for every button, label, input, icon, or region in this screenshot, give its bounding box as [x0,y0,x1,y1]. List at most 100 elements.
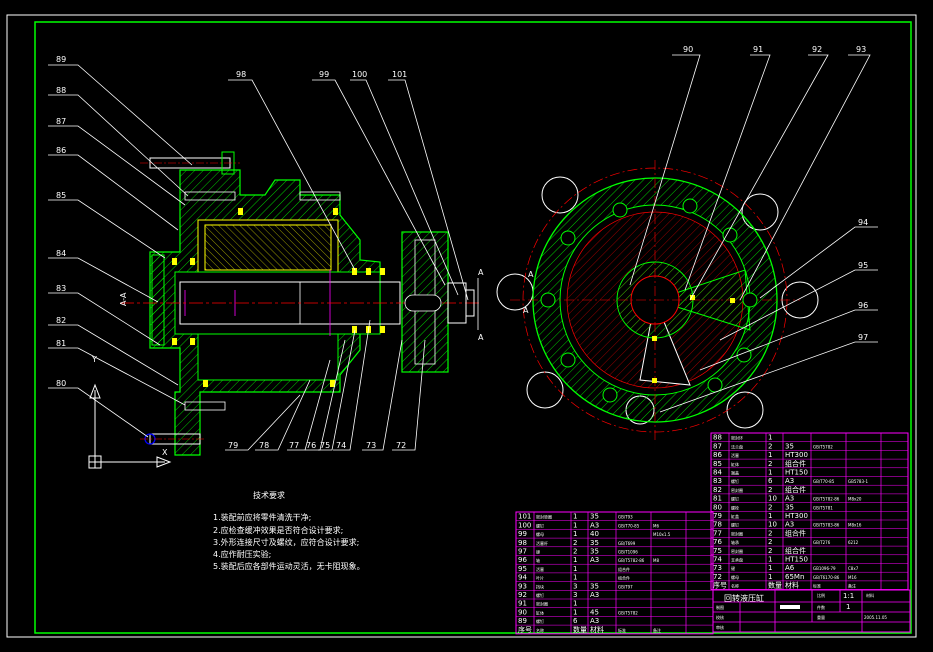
bom-left-cell: GB/T70-85 [618,523,640,528]
bom-right-cell: 82 [713,486,722,494]
approve-label: 审核 [716,624,724,630]
balloon-85: 85 [56,191,66,200]
bom-right-cell: 组合件 [785,485,806,494]
bom-left-cell: GB/T699 [618,541,636,546]
bom-left-cell: A3 [590,591,599,599]
bom-right-cell: GB/T5782-86 [813,497,840,502]
section-mark-left: A-A [119,292,128,306]
bom-left-cell: 101 [518,513,531,521]
ucs-axis-icon [88,383,172,469]
count-label: 件数 [817,604,825,610]
bom-left-cell: 缸体 [536,609,544,615]
bom-left-cell: 93 [518,582,527,590]
bom-left-cell: 1 [573,513,577,521]
bom-left-cell: 99 [518,530,527,538]
bom-right-cell: 35 [785,442,794,450]
bom-left-cell: 螺钉 [536,592,544,598]
bom-left-cell: 98 [518,539,527,547]
bom-right-cell: A3 [785,495,794,503]
balloon-96: 96 [858,301,868,310]
bom-right-cell: M8x20 [848,497,862,502]
bom-table-left: 101 密封垫圈 1 35 GB/T93 100 螺钉 1 A3 GB/T70-85 M6 99 螺母 1… [515,511,714,635]
bom-right-cell: 缸盖 [731,513,739,519]
bom-right-cell: HT300 [785,451,808,459]
lower-bore [197,333,339,381]
bom-left-cell: GB/T97 [618,584,633,589]
bom-left-cell: 1 [573,530,577,538]
balloon-86: 86 [56,146,66,155]
count-value: 1 [846,603,850,611]
bom-right-cell: GB1096-79 [813,566,836,571]
bom-right-cell: 1 [768,556,772,564]
drawing-border [6,14,917,638]
balloon-97: 97 [858,333,868,342]
bom-left-cell: 活塞杆 [536,540,548,546]
bom-right-cell: 密封圈 [731,530,743,536]
bom-right-cell: M16 [848,575,857,580]
weight-label: 重量 [817,614,825,620]
bom-left-cell: 94 [518,574,527,582]
bom-right-cell: 密封圈 [731,487,743,493]
balloon-99: 99 [319,70,329,79]
bom-right-cell: 10 [768,495,777,503]
balloon-84: 84 [56,249,66,258]
bom-left-cell: 螺母 [536,531,544,537]
bom-right-cell: 6212 [848,540,859,545]
bom-left-cell: 35 [590,539,599,547]
bom-right-cell: HT300 [785,512,808,520]
balloon-88: 88 [56,86,66,95]
cad-drawing-canvas[interactable]: A A A-A 89 88 87 86 85 84 83 82 81 80 98 [0,0,933,652]
balloon-75: 75 [320,441,330,450]
bom-left-cell: 35 [590,513,599,521]
balloon-74: 74 [336,441,346,450]
title-block: 回转液压缸 比例 1:1 材料 件数 1 重量 2005.11.05 制图 校核… [712,589,911,633]
balloon-91: 91 [753,45,763,54]
bom-left-cell: 92 [518,591,527,599]
bom-left-cell: 组合件 [618,575,630,581]
bom-right-cell: GB/T5782 [813,444,833,449]
bom-right-cell: 端盖 [731,470,739,476]
bom-left-cell: 6 [573,617,578,625]
bom-right-cell: 组合件 [785,546,806,555]
bom-right-cell: 2 [768,460,772,468]
bom-right-cell: 83 [713,477,722,485]
technical-requirements: 技术要求 1.装配前应将零件清洗干净; 2.应检查缓冲效果是否符合设计要求; 3… [213,490,365,571]
bom-right-cell: 1 [768,451,772,459]
bom-right-cell: 1 [768,573,772,581]
bom-right-cell: 2 [768,529,772,537]
bom-left-cell: 挡块 [536,583,544,589]
balloon-98: 98 [236,70,246,79]
bom-right-cell: 78 [713,521,722,529]
bom-left-cell: 97 [518,548,527,556]
check-label: 校核 [716,614,724,620]
bom-right-cell: 活塞 [731,452,739,458]
bom-left-cell: 1 [573,565,577,573]
requirement-4: 4.应作耐压实验; [213,549,271,559]
balloon-72: 72 [396,441,406,450]
bom-right-cell: 材料 [785,581,799,590]
bom-right-cell: 2 [768,442,772,450]
bom-left-cell: 轴 [536,557,540,563]
bom-right-cell: HT150 [785,556,808,564]
bom-left-cell: 组合件 [618,566,630,572]
balloon-101: 101 [392,70,407,79]
bom-right-cell: 序号 [713,581,727,590]
bom-right-cell: 6 [768,477,773,485]
end-view[interactable]: A A [496,160,819,440]
bom-right-cell: 1 [768,469,772,477]
bom-left-cell: 35 [590,548,599,556]
axis-label-y: Y [91,355,97,364]
balloon-92: 92 [812,45,822,54]
bom-right-cell: 1 [768,512,772,520]
bom-right-cell: 备注 [848,583,856,589]
bom-right-cell: 2 [768,538,772,546]
bom-right-cell: 键 [731,565,735,571]
bom-left-cell: 叶片 [536,575,544,581]
leaders-left [48,64,193,438]
bom-right-cell: 数量 [768,581,782,590]
bom-right-cell: C8x7 [848,566,859,571]
section-view[interactable]: A A A-A [119,151,484,456]
bom-right-cell: 2 [768,547,772,555]
bom-left-cell: 96 [518,556,527,564]
bom-right-cell: A3 [785,521,794,529]
